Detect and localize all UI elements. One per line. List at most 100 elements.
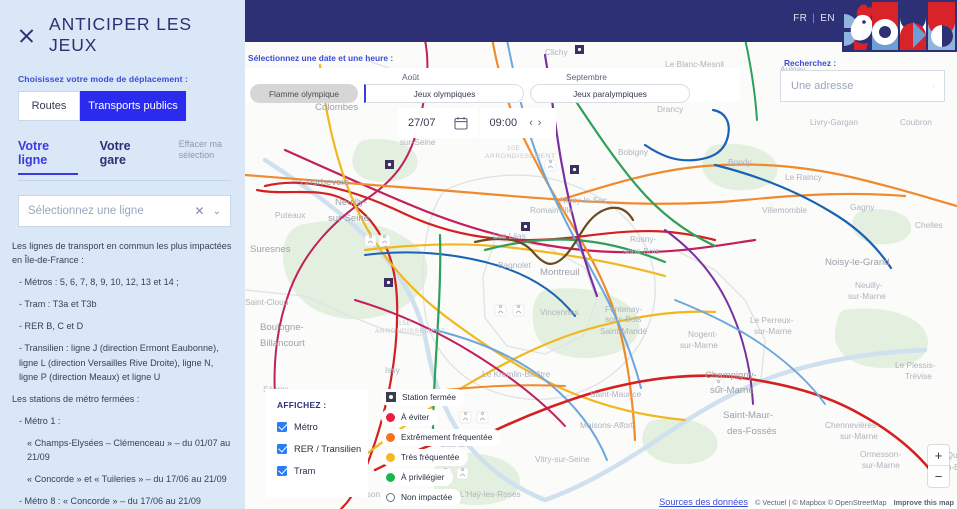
status-legend-row: Extrêmement fréquentée — [381, 428, 502, 449]
chevron-down-icon[interactable]: ⌄ — [213, 206, 221, 217]
map-place-label: sous-Bois — [623, 246, 659, 256]
mode-caption: Choisissez votre mode de déplacement : — [18, 74, 188, 84]
sources-des-donnees-link[interactable]: Sources des données — [659, 497, 748, 507]
checkbox-icon[interactable] — [277, 466, 287, 476]
legend-checkbox-list: Métro RER / Transilien Tram — [277, 422, 368, 476]
event-period-segments: Flamme olympique Jeux olympiques Jeux pa… — [250, 84, 690, 103]
map-place-label: Saint-Cloud — [245, 297, 289, 307]
tab-votre-ligne[interactable]: Votre ligne — [18, 139, 78, 175]
search-input[interactable] — [791, 80, 933, 92]
zoom-in-button[interactable]: + — [928, 445, 949, 466]
status-dot-icon — [386, 452, 395, 462]
mode-routes-button[interactable]: Routes — [18, 91, 80, 121]
closed-station-marker[interactable] — [575, 45, 584, 54]
map-place-label: sur-Seine — [400, 137, 436, 147]
lang-fr-button[interactable]: FR — [793, 13, 807, 24]
map-place-label: Livry-Gargan — [810, 117, 858, 127]
checkbox-icon[interactable] — [277, 444, 287, 454]
map-place-label: Le Raincy — [785, 172, 823, 182]
map-place-label: Vincennes — [540, 307, 579, 317]
info-line-transilien: - Transilien : ligne J (direction Ermont… — [19, 343, 219, 382]
map-place-label: 10E — [507, 145, 521, 152]
address-search-box[interactable] — [780, 70, 945, 102]
calendar-icon[interactable] — [453, 116, 468, 130]
segment-jeux-olympiques[interactable]: Jeux olympiques — [364, 84, 524, 103]
mode-transports-publics-button[interactable]: Transports publics — [80, 91, 186, 121]
map-place-label: Les Lilas — [493, 231, 526, 241]
map-place-label: Ormesson- — [860, 449, 901, 459]
legend-checkbox-m-tro[interactable]: Métro — [277, 422, 368, 432]
map-place-label: Colombes — [315, 102, 358, 113]
date-time-controls: 27/07 09:00 chevron-left-icon‹› — [398, 108, 557, 138]
map-place-label: Bobigny — [618, 147, 649, 157]
venue-marker[interactable] — [378, 234, 391, 247]
map-place-label: Maisons-Alfort — [580, 420, 634, 430]
venue-marker[interactable] — [512, 304, 525, 317]
status-legend-label: À éviter — [401, 412, 430, 422]
info-metro-1: - Métro 1 : — [19, 415, 61, 426]
status-legend-item[interactable]: Non impactée — [381, 488, 462, 506]
map-place-label: Gagny — [850, 202, 875, 212]
time-picker[interactable]: 09:00 chevron-left-icon‹› — [479, 108, 557, 138]
idfm-paris2024-logo[interactable] — [842, 0, 957, 52]
closed-station-marker[interactable] — [385, 160, 394, 169]
clear-selection-link[interactable]: Effacer ma sélection — [179, 139, 231, 162]
status-legend-item[interactable]: Très fréquentée — [381, 448, 469, 466]
status-legend-label: Extrêmement fréquentée — [401, 432, 493, 442]
map-place-label: Nogent- — [688, 329, 718, 339]
improve-label: Improve this map — [893, 497, 954, 507]
segment-flamme-olympique[interactable]: Flamme olympique — [250, 84, 358, 103]
map-place-label: Boulogne- — [260, 322, 304, 333]
legend-checkbox-rer-transilien[interactable]: RER / Transilien — [277, 444, 368, 454]
map-place-label: Vitry-sur-Seine — [535, 454, 590, 464]
status-legend-row: Très fréquentée — [381, 448, 501, 469]
zoom-out-button[interactable]: − — [928, 466, 949, 487]
legend-checkbox-tram[interactable]: Tram — [277, 466, 368, 476]
status-legend-item[interactable]: À privilégier — [381, 468, 454, 486]
tab-votre-gare[interactable]: Votre gare — [100, 139, 157, 173]
legend-checkbox-label: Métro — [294, 422, 318, 432]
search-icon[interactable] — [933, 80, 934, 93]
status-dot-icon — [386, 412, 395, 422]
closed-station-marker[interactable] — [384, 278, 393, 287]
map-place-label: sous-Bois — [605, 314, 641, 324]
map-place-label: des-Fossés — [727, 426, 777, 437]
closed-station-marker[interactable] — [570, 165, 579, 174]
status-legend-item[interactable]: Extrêmement fréquentée — [381, 428, 502, 446]
map-place-label: Billancourt — [260, 338, 305, 349]
time-step-arrows[interactable]: chevron-left-icon‹› — [529, 117, 546, 129]
map-place-label: Le Perreux- — [750, 315, 794, 325]
closed-station-marker[interactable] — [521, 222, 530, 231]
status-legend-row: Station fermée — [381, 386, 501, 409]
status-dot-icon — [386, 432, 395, 442]
status-legend-item[interactable]: Station fermée — [381, 388, 465, 406]
status-legend-row: À privilégier — [381, 468, 501, 489]
venue-marker[interactable] — [364, 234, 377, 247]
map-place-label: Chelles — [915, 220, 943, 230]
search-caption: Recherchez : — [784, 58, 837, 68]
checkbox-icon[interactable] — [277, 422, 287, 432]
clear-icon[interactable]: ✕ — [195, 204, 205, 218]
status-legend-label: Très fréquentée — [401, 452, 460, 462]
lang-en-button[interactable]: EN — [820, 13, 835, 24]
line-select-input[interactable]: Sélectionnez une ligne ✕ ⌄ — [18, 195, 231, 227]
legend-checkbox-label: Tram — [294, 466, 316, 476]
date-picker[interactable]: 27/07 — [398, 108, 478, 138]
status-legend-item[interactable]: À éviter — [381, 408, 439, 426]
map-place-label: Le Plessis- — [895, 360, 936, 370]
venue-marker[interactable] — [544, 159, 557, 172]
close-icon[interactable] — [18, 27, 35, 44]
map-place-label: sur-Marne — [710, 385, 754, 396]
venue-marker[interactable] — [494, 304, 507, 317]
map-place-label: Neuilly- — [855, 280, 883, 290]
info-metro-1a: « Champs-Elysées – Clémenceau » – du 01/… — [27, 437, 231, 463]
date-panel-caption: Sélectionnez une date et une heure : — [248, 53, 394, 63]
status-legend-row: À éviter — [381, 408, 501, 429]
mode-toggle-group: Routes Transports publics — [18, 91, 245, 121]
info-line-metros: - Métros : 5, 6, 7, 8, 9, 10, 12, 13 et … — [19, 277, 179, 288]
map-attribution-bar: Sources des données © Vectuel | © Mapbox… — [659, 495, 957, 509]
info-line-rer: - RER B, C et D — [19, 321, 84, 332]
segment-jeux-paralympiques[interactable]: Jeux paralympiques — [530, 84, 690, 103]
map-place-label: Chennevières- — [825, 420, 879, 430]
improve-this-map-link[interactable]: Improve this map — [894, 498, 954, 507]
